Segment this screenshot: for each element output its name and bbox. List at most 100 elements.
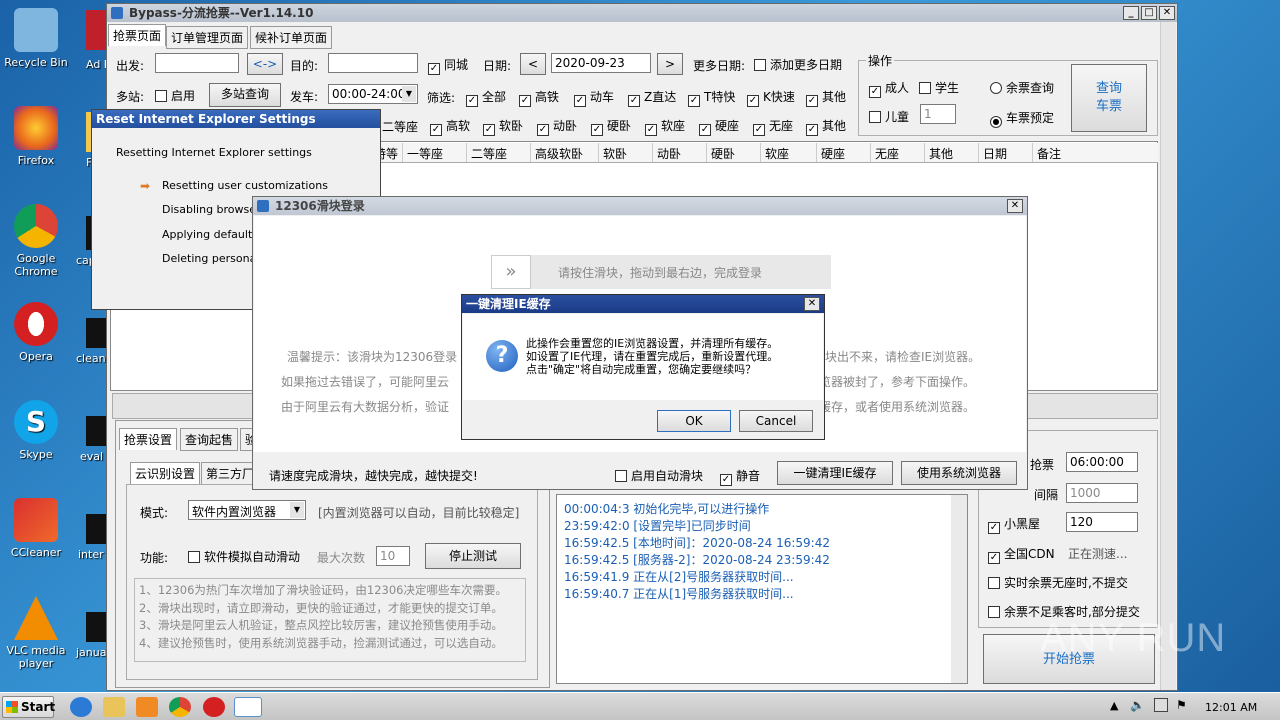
filter-other-checkbox[interactable]: ✓ 其他 bbox=[806, 88, 846, 107]
recycle-bin-icon bbox=[14, 8, 58, 52]
tab-grab-settings[interactable]: 抢票设置 bbox=[119, 428, 178, 450]
close-button[interactable]: ✕ bbox=[1007, 199, 1023, 213]
ok-button[interactable]: OK bbox=[657, 410, 731, 432]
vlc-desktop-icon[interactable]: VLC media player bbox=[0, 596, 72, 670]
child-checkbox[interactable]: 儿童 bbox=[869, 108, 909, 125]
show-hidden-icons[interactable]: ▲ bbox=[1110, 699, 1118, 712]
seat-filter-dongwo[interactable]: ✓ 动卧 bbox=[537, 117, 577, 136]
operations-group-title: 操作 bbox=[866, 52, 895, 69]
volume-icon[interactable]: 🔈 bbox=[1130, 698, 1145, 712]
close-button[interactable]: ✕ bbox=[1159, 6, 1175, 20]
stop-test-button[interactable]: 停止测试 bbox=[425, 543, 521, 569]
add-more-dates-checkbox[interactable]: 添加更多日期 bbox=[754, 56, 842, 73]
chrome-desktop-icon[interactable]: Google Chrome bbox=[0, 204, 72, 278]
tab-query-sale[interactable]: 查询起售 bbox=[180, 428, 239, 451]
opera-desktop-icon[interactable]: Opera bbox=[0, 302, 72, 363]
explorer-taskbar-icon[interactable] bbox=[103, 697, 125, 717]
skype-desktop-icon[interactable]: S Skype bbox=[0, 400, 72, 461]
seat-filter-ruanwo[interactable]: ✓ 软卧 bbox=[483, 117, 523, 136]
remain-query-radio[interactable]: 余票查询 bbox=[990, 79, 1054, 96]
tab-third-party[interactable]: 第三方厂 bbox=[201, 462, 255, 485]
media-taskbar-icon[interactable] bbox=[136, 697, 158, 717]
filter-z-checkbox[interactable]: ✓ Z直达 bbox=[628, 88, 676, 107]
seat-filter-other[interactable]: ✓ 其他 bbox=[806, 117, 846, 136]
firefox-desktop-icon[interactable]: Firefox bbox=[0, 106, 72, 167]
cancel-button[interactable]: Cancel bbox=[739, 410, 813, 432]
clock[interactable]: 12:01 AM bbox=[1205, 701, 1257, 714]
multi-station-label: 多站: bbox=[116, 90, 145, 104]
seat-filter-wuzuo[interactable]: ✓ 无座 bbox=[753, 117, 793, 136]
log-scrollbar[interactable] bbox=[951, 495, 967, 683]
tab-order-management[interactable]: 订单管理页面 bbox=[166, 26, 249, 49]
same-city-checkbox[interactable]: ✓ 同城 bbox=[428, 56, 468, 75]
date-input[interactable]: 2020-09-23 bbox=[551, 53, 651, 73]
grab-time-input[interactable]: 06:00:00 bbox=[1066, 452, 1138, 472]
seat-filter-ruanzuo[interactable]: ✓ 软座 bbox=[645, 117, 685, 136]
book-ticket-radio[interactable]: ● 车票预定 bbox=[990, 109, 1054, 128]
use-system-browser-button[interactable]: 使用系统浏览器 bbox=[901, 461, 1017, 485]
filter-all-checkbox[interactable]: ✓ 全部 bbox=[466, 88, 506, 107]
small-black-input[interactable]: 120 bbox=[1066, 512, 1138, 532]
child-count-stepper[interactable]: 1 bbox=[920, 104, 956, 124]
prev-date-button[interactable]: < bbox=[520, 53, 546, 75]
max-times-stepper[interactable]: 10 bbox=[376, 546, 410, 566]
minimize-button[interactable]: _ bbox=[1123, 6, 1139, 20]
adult-checkbox[interactable]: ✓ 成人 bbox=[869, 79, 909, 98]
close-button[interactable]: ✕ bbox=[804, 297, 820, 311]
app-icon bbox=[257, 200, 269, 212]
main-scrollbar[interactable] bbox=[1160, 22, 1176, 690]
clear-ie-cache-button[interactable]: 一键清理IE缓存 bbox=[777, 461, 893, 485]
realtime-no-seat-checkbox[interactable]: 实时余票无座时,不提交 bbox=[988, 574, 1128, 591]
log-line: 16:59:42.5 [本地时间]：2020-08-24 16:59:42 bbox=[564, 536, 830, 550]
filter-k-checkbox[interactable]: ✓ K快速 bbox=[747, 88, 795, 107]
seat-filter-gaoruan[interactable]: ✓ 高软 bbox=[430, 117, 470, 136]
slider-tip: 如果拖过去错误了，可能阿里云 bbox=[281, 375, 450, 389]
maximize-button[interactable]: □ bbox=[1141, 6, 1157, 20]
mute-checkbox[interactable]: ✓ 静音 bbox=[720, 467, 760, 486]
filter-dongche-checkbox[interactable]: ✓ 动车 bbox=[574, 88, 614, 107]
recycle-bin-desktop-icon[interactable]: Recycle Bin bbox=[0, 8, 72, 69]
mode-select[interactable]: 软件内置浏览器 ▼ bbox=[188, 500, 306, 520]
enable-multi-station-checkbox[interactable]: 启用 bbox=[155, 87, 195, 104]
partial-file-icon bbox=[86, 514, 106, 544]
more-dates-label: 更多日期: bbox=[693, 59, 746, 73]
filter-t-checkbox[interactable]: ✓ T特快 bbox=[688, 88, 735, 107]
interval-label: 间隔 bbox=[1034, 488, 1059, 502]
bypass-taskbar-icon[interactable] bbox=[234, 697, 262, 717]
slider-bottom-hint: 请速度完成滑块，越快完成，越快提交! bbox=[269, 469, 478, 483]
start-button[interactable]: Start bbox=[2, 696, 55, 718]
tab-grab-tickets[interactable]: 抢票页面 bbox=[108, 24, 167, 46]
student-checkbox[interactable]: 学生 bbox=[919, 79, 959, 96]
interval-input[interactable]: 1000 bbox=[1066, 483, 1138, 503]
tab-cloud-recognition[interactable]: 云识别设置 bbox=[130, 462, 201, 484]
slider-tip: 温馨提示：该滑块为12306登录 bbox=[287, 350, 458, 364]
swap-stations-button[interactable]: <-> bbox=[247, 53, 283, 75]
auto-slider-checkbox[interactable]: 启用自动滑块 bbox=[615, 467, 703, 484]
multi-station-query-button[interactable]: 多站查询 bbox=[209, 83, 281, 107]
opera-taskbar-icon[interactable] bbox=[203, 697, 225, 717]
from-station-input[interactable] bbox=[155, 53, 239, 73]
slider-handle[interactable]: » bbox=[491, 255, 531, 289]
confirm-dialog-title: 一键清理IE缓存 bbox=[462, 295, 824, 313]
depart-time-select[interactable]: 00:00-24:00 ▼ bbox=[328, 84, 418, 104]
to-station-input[interactable] bbox=[328, 53, 418, 73]
anyrun-watermark: ANY RUN bbox=[1040, 616, 1227, 660]
small-black-checkbox[interactable]: ✓ 小黑屋 bbox=[988, 515, 1040, 534]
filter-gaotie-checkbox[interactable]: ✓ 高铁 bbox=[519, 88, 559, 107]
seat-filter-yingwo[interactable]: ✓ 硬卧 bbox=[591, 117, 631, 136]
tab-waitlist-orders[interactable]: 候补订单页面 bbox=[250, 26, 333, 49]
partial-icon-label: inter bbox=[78, 548, 104, 561]
auto-slide-checkbox[interactable]: 软件模拟自动滑动 bbox=[188, 548, 300, 565]
seat-filter-yingzuo[interactable]: ✓ 硬座 bbox=[699, 117, 739, 136]
partial-file-icon bbox=[86, 318, 106, 348]
partial-icon-label: clean bbox=[76, 352, 106, 365]
next-date-button[interactable]: > bbox=[657, 53, 683, 75]
cdn-checkbox[interactable]: ✓ 全国CDN bbox=[988, 545, 1055, 564]
action-center-flag-icon[interactable]: ⚑ bbox=[1176, 698, 1187, 712]
chrome-taskbar-icon[interactable] bbox=[169, 697, 191, 717]
network-icon[interactable] bbox=[1154, 698, 1168, 712]
ie-taskbar-icon[interactable] bbox=[70, 697, 92, 717]
log-line: 16:59:40.7 正在从[1]号服务器获取时间... bbox=[564, 587, 794, 601]
query-tickets-button[interactable]: 查询 车票 bbox=[1071, 64, 1147, 132]
ccleaner-desktop-icon[interactable]: CCleaner bbox=[0, 498, 72, 559]
